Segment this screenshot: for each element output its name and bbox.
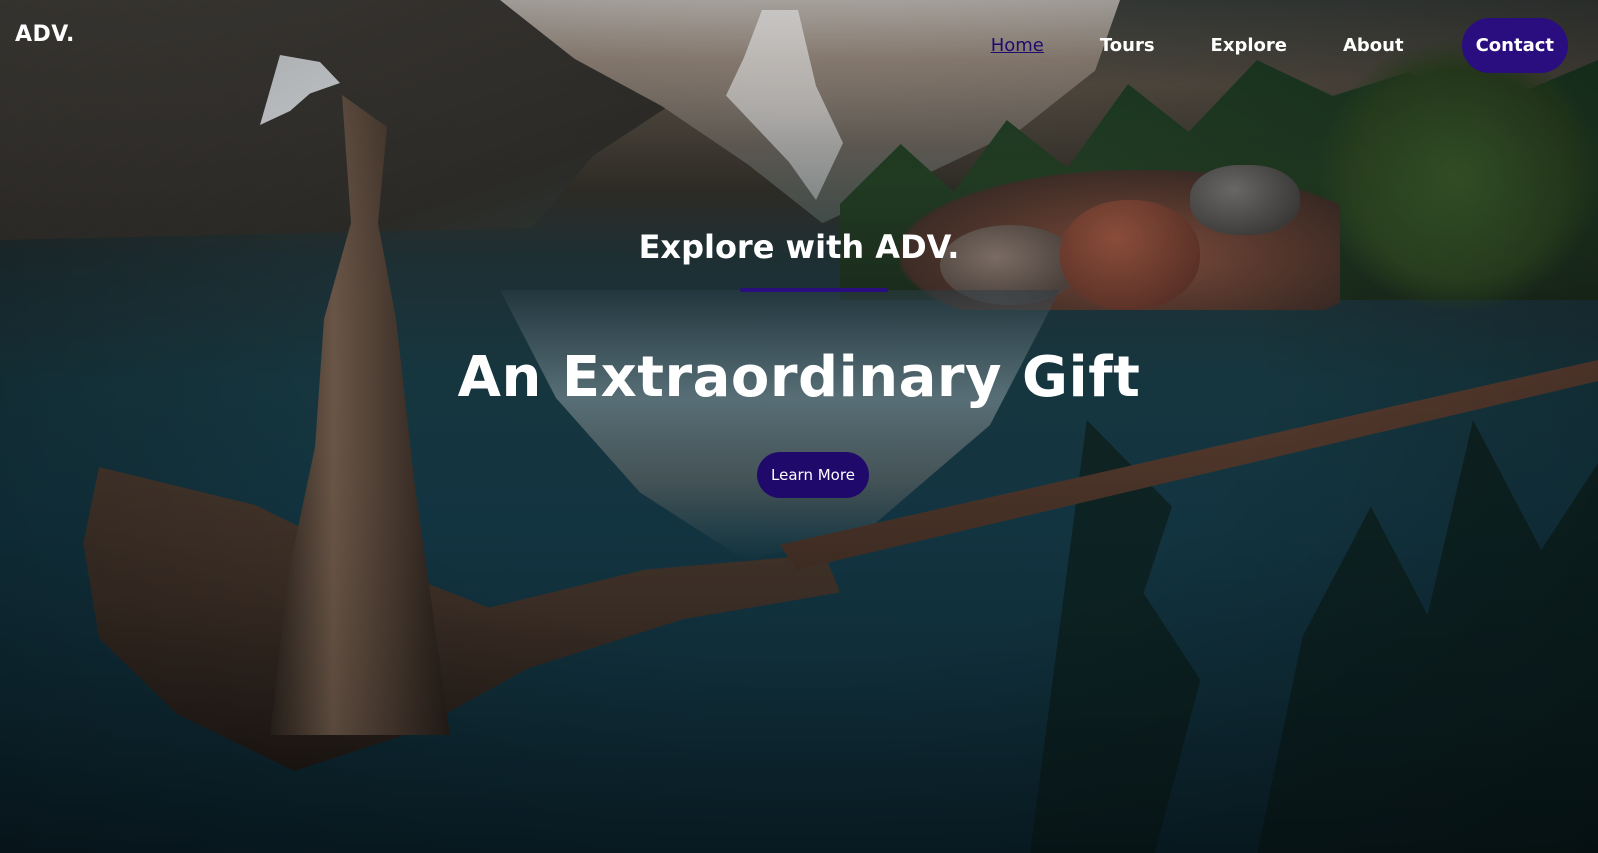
hero-headline: An Extraordinary Gift [457,345,1141,410]
hero-section: ADV. Home Tours Explore About Contact Ex… [0,0,1598,853]
learn-more-button[interactable]: Learn More [757,452,869,498]
hero-content: Explore with ADV. An Extraordinary Gift … [0,0,1598,853]
accent-divider [740,288,888,292]
hero-subtitle: Explore with ADV. [638,228,960,266]
